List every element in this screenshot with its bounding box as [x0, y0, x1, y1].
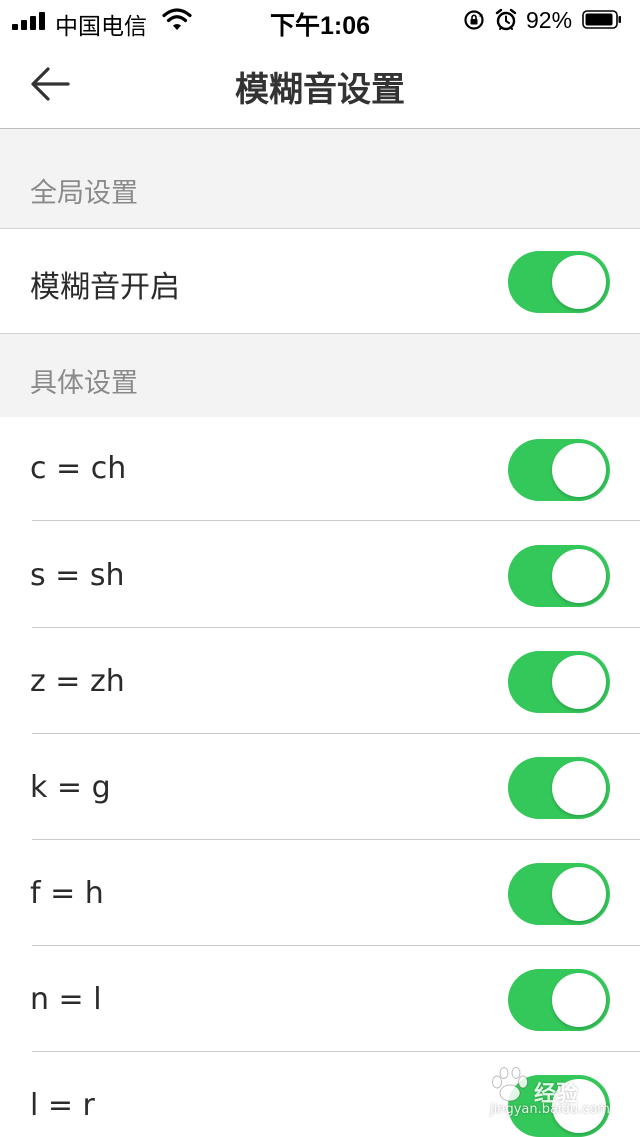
navigation-bar: 模糊音设置 [0, 40, 640, 129]
section-header-global: 全局设置 [0, 129, 640, 229]
row-label: k = g [30, 770, 111, 805]
row-label: s = sh [30, 558, 125, 593]
row-label: 模糊音开启 [30, 270, 180, 305]
z-zh-toggle[interactable] [508, 651, 610, 713]
settings-row-s-sh: s = sh [0, 522, 640, 628]
settings-row-f-h: f = h [0, 840, 640, 946]
k-g-toggle[interactable] [508, 757, 610, 819]
n-l-toggle[interactable] [508, 969, 610, 1031]
settings-row-fuzzy-enable: 模糊音开启 [0, 229, 640, 333]
toggle-knob [552, 761, 606, 815]
s-sh-toggle[interactable] [508, 545, 610, 607]
battery-percentage: 92% [526, 7, 573, 33]
row-label: c = ch [30, 451, 127, 486]
settings-row-n-l: n = l [0, 946, 640, 1052]
watermark-url: jingyan.baidu.com [490, 1102, 610, 1117]
status-bar: 中国电信 下午1:06 92% [0, 0, 640, 40]
battery-icon [582, 10, 621, 29]
settings-row-c-ch: c = ch [0, 417, 640, 521]
toggle-knob [552, 255, 606, 309]
alarm-icon [495, 8, 517, 31]
rotation-lock-icon [464, 10, 484, 30]
toggle-knob [552, 655, 606, 709]
f-h-toggle[interactable] [508, 863, 610, 925]
row-label: l = r [30, 1088, 95, 1123]
section-header-label: 具体设置 [30, 368, 138, 399]
row-label: n = l [30, 982, 102, 1017]
row-label: z = zh [30, 664, 125, 699]
settings-row-k-g: k = g [0, 734, 640, 840]
section-header-label: 全局设置 [30, 178, 138, 209]
toggle-knob [552, 973, 606, 1027]
toggle-knob [552, 549, 606, 603]
fuzzy-enable-toggle[interactable] [508, 251, 610, 313]
baidu-jingyan-watermark: 经验 jingyan.baidu.com [488, 1062, 610, 1126]
paw-logo-icon [492, 1067, 528, 1102]
row-divider [32, 520, 640, 521]
section-header-specific: 具体设置 [0, 333, 640, 418]
row-label: f = h [30, 876, 104, 911]
toggle-knob [552, 867, 606, 921]
settings-row-z-zh: z = zh [0, 628, 640, 734]
c-ch-toggle[interactable] [508, 439, 610, 501]
toggle-knob [552, 443, 606, 497]
page-title: 模糊音设置 [235, 70, 405, 110]
